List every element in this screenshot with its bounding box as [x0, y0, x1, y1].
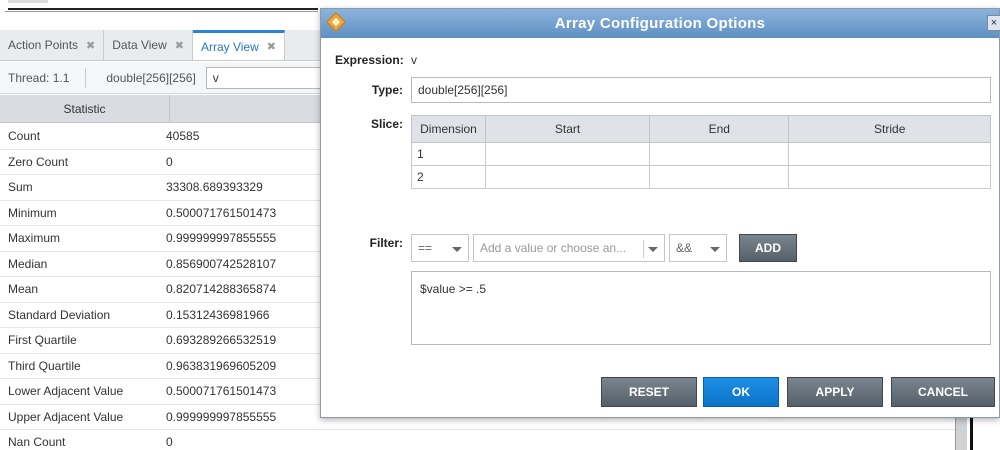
statistic-name: Maximum [8, 231, 61, 246]
statistic-name: Count [8, 129, 41, 144]
statistic-name: Mean [8, 282, 39, 297]
close-icon[interactable]: × [987, 15, 1000, 31]
filter-value-placeholder: Add a value or choose an... [480, 241, 627, 255]
start-cell[interactable] [484, 165, 651, 189]
statistic-value: 0.999999997855555 [166, 231, 277, 246]
type-field[interactable]: double[256][256] [411, 77, 991, 103]
tab-label: Action Points [8, 38, 79, 52]
slice-label: Slice: [370, 117, 403, 131]
statistic-value: 33308.689393329 [166, 180, 263, 195]
chevron-down-icon [648, 247, 658, 252]
operator-value: == [418, 241, 433, 255]
statistic-value: 0.820714288365874 [166, 282, 277, 297]
statistic-value: 0.856900742528107 [166, 256, 277, 271]
table-row: 2 [411, 165, 991, 189]
expression-input[interactable]: v [205, 66, 326, 89]
end-cell[interactable] [649, 142, 790, 166]
table-row: 1 [411, 142, 991, 166]
dialog-titlebar[interactable]: Array Configuration Options × [321, 9, 1000, 38]
filter-expression-textarea[interactable]: $value >= .5 [411, 271, 991, 345]
expression-value: v [411, 53, 418, 67]
statistic-name: Sum [8, 180, 33, 195]
statistic-name: Lower Adjacent Value [8, 384, 124, 399]
statistic-value: 0.999999997855555 [166, 409, 277, 424]
logic-select[interactable]: && [669, 234, 727, 262]
scrollbar[interactable] [955, 418, 967, 450]
chevron-down-icon [452, 247, 462, 252]
toolbar-fragment [8, 0, 48, 3]
statistic-value: 0.963831969605209 [166, 358, 277, 373]
tab-action-points[interactable]: Action Points ✖ [0, 30, 105, 60]
slice-table: Dimension Start End Stride 1 2 [411, 115, 991, 189]
statistic-value: 0.693289266532519 [166, 333, 277, 348]
start-column-header: Start [484, 115, 651, 143]
dimension-cell: 2 [411, 165, 486, 189]
divider [8, 8, 318, 10]
start-cell[interactable] [484, 142, 651, 166]
dimension-cell: 1 [411, 142, 486, 166]
tab-array-view[interactable]: Array View ✖ [192, 30, 285, 60]
statistic-name: Minimum [8, 205, 57, 220]
statistics-header: Statistic [0, 95, 330, 123]
thread-label: Thread: 1.1 [0, 67, 87, 88]
type-label: Type: [371, 83, 403, 97]
statistic-value: 0 [166, 435, 173, 450]
reset-button[interactable]: RESET [601, 377, 697, 407]
operator-select[interactable]: == [411, 234, 469, 262]
tab-data-view[interactable]: Data View ✖ [104, 30, 193, 60]
logic-value: && [676, 241, 693, 255]
chevron-down-icon [710, 247, 720, 252]
statistic-name: First Quartile [8, 333, 77, 348]
statistic-name: Median [8, 256, 48, 271]
end-cell[interactable] [649, 165, 790, 189]
stride-cell[interactable] [788, 165, 991, 189]
statistic-name: Nan Count [8, 435, 66, 450]
array-configuration-dialog: Array Configuration Options × Expression… [320, 8, 1000, 418]
stride-column-header: Stride [788, 115, 991, 143]
statistic-name: Upper Adjacent Value [8, 409, 124, 424]
statistic-value: 0.500071761501473 [166, 205, 277, 220]
statistic-value: 0.500071761501473 [166, 384, 277, 399]
filter-label: Filter: [369, 236, 403, 250]
ok-button[interactable]: OK [703, 377, 779, 407]
statistic-name: Third Quartile [8, 358, 81, 373]
filter-controls: == Add a value or choose an... && ADD [411, 234, 797, 262]
dimension-column-header: Dimension [411, 115, 486, 143]
expression-label: Expression: [335, 53, 404, 67]
tab-label: Data View [112, 38, 167, 52]
close-icon[interactable]: ✖ [86, 39, 95, 52]
apply-button[interactable]: APPLY [787, 377, 883, 407]
statistic-column-header[interactable]: Statistic [0, 95, 170, 122]
type-label: double[256][256] [106, 70, 196, 85]
statistic-name: Zero Count [8, 154, 69, 169]
dialog-title: Array Configuration Options [554, 15, 766, 32]
close-icon[interactable]: ✖ [175, 39, 184, 52]
divider [5, 11, 318, 12]
cancel-button[interactable]: CANCEL [891, 377, 995, 407]
statistic-value: 40585 [166, 129, 200, 144]
statistic-value: 0 [166, 154, 173, 169]
tab-label: Array View [200, 39, 259, 54]
view-tabbar: Action Points ✖ Data View ✖ Array View ✖ [0, 30, 330, 61]
add-button[interactable]: ADD [739, 234, 797, 262]
statistic-name: Standard Deviation [8, 307, 111, 322]
filter-value-combobox[interactable]: Add a value or choose an... [473, 234, 665, 262]
statistic-value: 0.15312436981966 [166, 307, 270, 322]
thread-toolbar: Thread: 1.1 double[256][256] v [0, 62, 330, 94]
table-row: Nan Count 0 [0, 430, 955, 450]
close-icon[interactable]: ✖ [267, 40, 276, 53]
stride-cell[interactable] [788, 142, 991, 166]
expression-row: Expression: v [335, 53, 417, 67]
divider [970, 418, 973, 450]
end-column-header: End [649, 115, 790, 143]
divider [643, 240, 644, 258]
